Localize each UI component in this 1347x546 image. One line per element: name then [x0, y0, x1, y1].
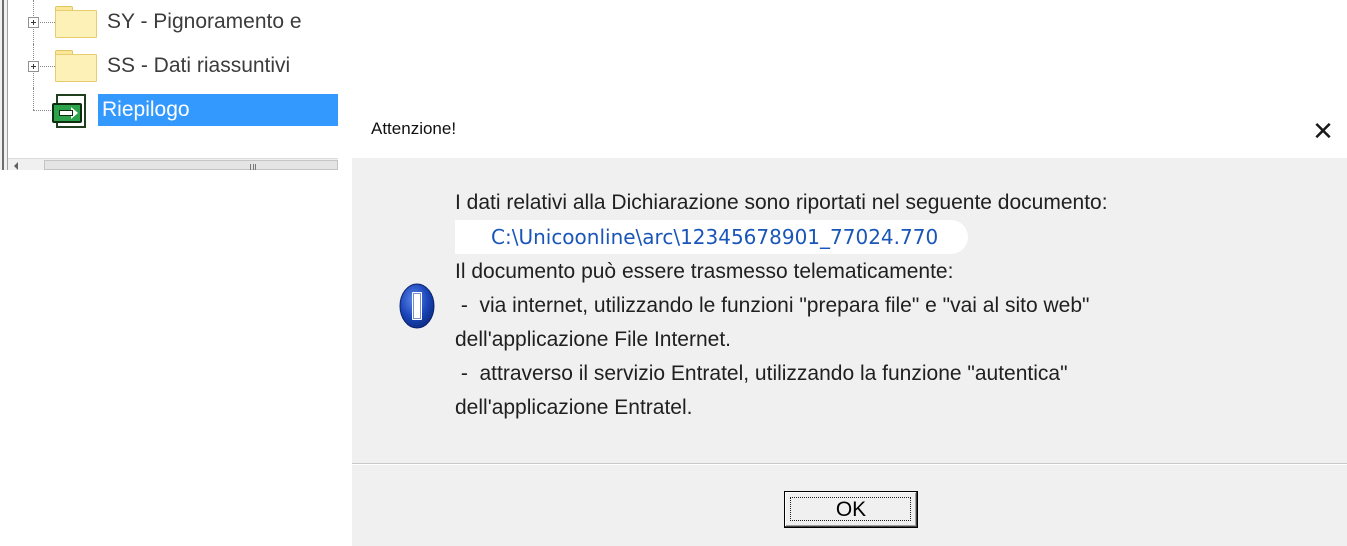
expand-plus-icon[interactable] [28, 17, 39, 28]
message-line: I dati relativi alla Dichiarazione sono … [455, 191, 1108, 214]
tree-item-riepilogo[interactable]: Riepilogo [8, 88, 338, 132]
scrollbar-thumb[interactable] [44, 160, 338, 170]
message-line: - via internet, utilizzando le funzioni … [455, 294, 1090, 317]
dialog-title-bar[interactable]: Attenzione! ✕ [352, 104, 1347, 158]
tree-item-label: SY - Pignoramento e [107, 10, 302, 33]
tree-guide-line [33, 88, 34, 110]
document-path: C:\Unicoonline\arc\12345678901_77024.770 [455, 220, 969, 254]
document-arrow-icon [52, 94, 90, 128]
message-line: Il documento può essere trasmesso telema… [455, 260, 954, 283]
dialog-content: I dati relativi alla Dichiarazione sono … [352, 158, 1347, 463]
tree-item-label: Riepilogo [98, 94, 338, 126]
tree-item-ss[interactable]: SS - Dati riassuntivi [8, 44, 338, 88]
close-button[interactable]: ✕ [1299, 104, 1347, 158]
folder-icon [55, 6, 97, 38]
tree-guide-line [33, 110, 51, 111]
dialog-message: I dati relativi alla Dichiarazione sono … [455, 186, 1315, 425]
ok-button[interactable]: OK [784, 491, 918, 528]
dialog-button-area: OK [352, 465, 1347, 546]
message-line: - attraverso il servizio Entratel, utili… [455, 362, 1068, 385]
horizontal-scrollbar[interactable] [8, 158, 338, 170]
scroll-grip-icon [250, 164, 256, 170]
information-icon [399, 283, 435, 329]
message-line: dell'applicazione File Internet. [455, 328, 732, 351]
folder-icon [55, 50, 97, 82]
message-line: dell'applicazione Entratel. [455, 396, 693, 419]
focus-rectangle [790, 497, 911, 521]
tree-left-border [0, 0, 8, 170]
scroll-left-arrow-icon[interactable] [14, 162, 18, 170]
tree-item-sy[interactable]: SY - Pignoramento e [8, 0, 338, 44]
navigation-tree: SY - Pignoramento e SS - Dati riassuntiv… [0, 0, 338, 170]
expand-plus-icon[interactable] [28, 61, 39, 72]
close-icon: ✕ [1312, 115, 1334, 146]
message-dialog: Attenzione! ✕ I dati relativi alla Dichi… [352, 104, 1347, 546]
dialog-title: Attenzione! [371, 119, 457, 138]
tree-item-label: SS - Dati riassuntivi [107, 54, 291, 77]
